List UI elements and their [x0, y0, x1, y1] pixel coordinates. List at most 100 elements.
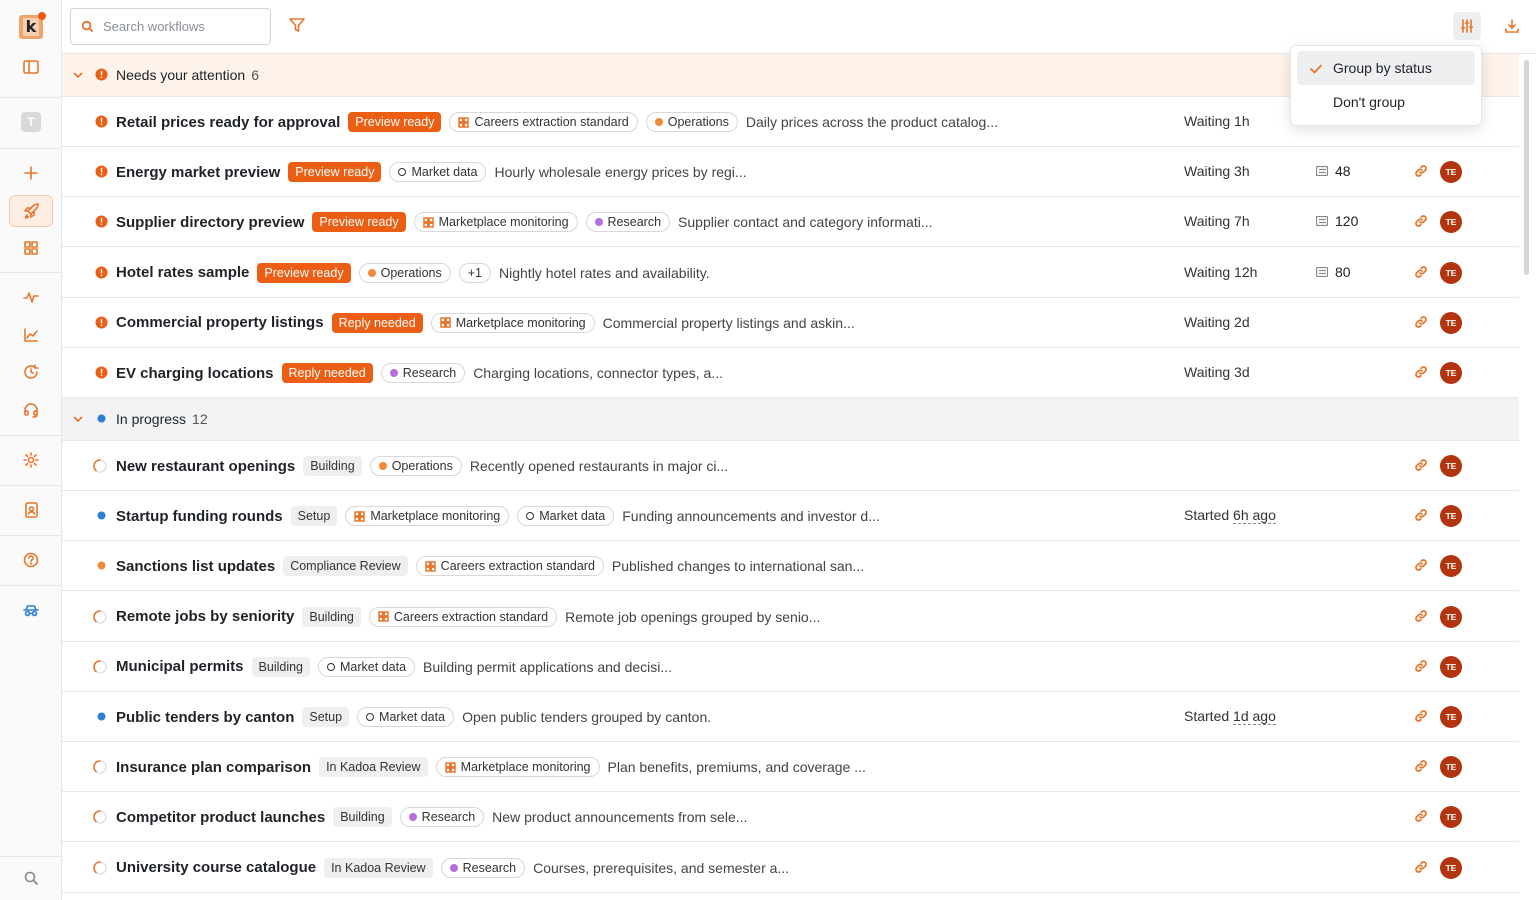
contact-book-icon[interactable] — [9, 494, 53, 526]
chart-icon[interactable] — [9, 319, 53, 351]
search-icon[interactable] — [9, 862, 53, 894]
avatar[interactable]: TE — [1440, 261, 1462, 284]
avatar[interactable]: TE — [1440, 455, 1462, 477]
headset-icon[interactable] — [9, 394, 53, 426]
tag-chip[interactable]: Marketplace monitoring — [430, 312, 595, 333]
tag-chip[interactable]: Research — [380, 363, 466, 383]
workflow-title[interactable]: New restaurant openings — [116, 458, 295, 475]
avatar[interactable]: TE — [1440, 856, 1462, 879]
link-icon[interactable] — [1414, 214, 1430, 230]
link-icon[interactable] — [1414, 164, 1430, 180]
tag-chip[interactable]: Operations — [369, 456, 462, 476]
tag-chip[interactable]: Market data — [389, 162, 487, 183]
group-by-status-option[interactable]: Group by status — [1297, 51, 1475, 85]
link-icon[interactable] — [1414, 558, 1430, 574]
incognito-icon[interactable] — [9, 594, 53, 626]
link-icon[interactable] — [1414, 659, 1430, 675]
activity-icon[interactable] — [9, 281, 53, 313]
table-row[interactable]: EV charging locations Reply needed Researc… — [62, 348, 1519, 398]
table-row[interactable]: Public tenders by canton Setup Market data… — [62, 692, 1519, 742]
table-row[interactable]: Sanctions list updates Compliance Review C… — [62, 541, 1519, 592]
link-icon[interactable] — [1414, 860, 1430, 876]
download-icon[interactable] — [1500, 14, 1524, 38]
link-icon[interactable] — [1414, 809, 1430, 825]
table-row[interactable]: Remote jobs by seniority Building Careers … — [62, 592, 1519, 642]
workflow-title[interactable]: University course catalogue — [116, 859, 316, 876]
tag-chip[interactable]: Operations — [645, 112, 738, 132]
workspace-avatar[interactable]: T — [21, 112, 41, 132]
link-icon[interactable] — [1414, 508, 1430, 524]
tag-chip[interactable]: Careers extraction standard — [449, 112, 638, 132]
workflow-title[interactable]: Municipal permits — [116, 658, 244, 675]
avatar[interactable]: TE — [1440, 655, 1462, 678]
rocket-icon[interactable] — [9, 195, 53, 227]
help-icon[interactable] — [9, 544, 53, 576]
history-icon[interactable] — [9, 356, 53, 388]
tag-chip[interactable]: Operations — [358, 262, 451, 283]
tag-chip[interactable]: Marketplace monitoring — [413, 212, 578, 233]
plus-icon[interactable] — [9, 157, 53, 189]
tag-chip[interactable]: Market data — [517, 506, 615, 527]
table-row[interactable]: Commercial property listings Reply needed… — [62, 298, 1519, 348]
table-row[interactable]: Hotel rates sample Preview ready Operation… — [62, 248, 1519, 298]
workflow-title[interactable]: Competitor product launches — [116, 809, 325, 826]
grid-icon[interactable] — [9, 232, 53, 264]
workflow-title[interactable]: Remote jobs by seniority — [116, 608, 294, 625]
link-icon[interactable] — [1414, 365, 1430, 381]
avatar[interactable]: TE — [1440, 211, 1462, 234]
table-row[interactable]: University course catalogue In Kadoa Revi… — [62, 843, 1519, 893]
avatar[interactable]: TE — [1440, 555, 1462, 578]
workflow-title[interactable]: Sanctions list updates — [116, 558, 275, 575]
avatar[interactable]: TE — [1440, 756, 1462, 779]
tag-chip[interactable]: Careers extraction standard — [415, 556, 604, 577]
table-row[interactable]: Municipal permits Building Market data Buil… — [62, 642, 1519, 692]
tag-chip[interactable]: Marketplace monitoring — [435, 757, 600, 778]
search-input[interactable] — [103, 19, 263, 34]
workflow-title[interactable]: Retail prices ready for approval — [116, 114, 340, 131]
table-row[interactable]: New restaurant openings Building Operation… — [62, 441, 1519, 491]
table-row[interactable]: Competitor product launches Building Resea… — [62, 792, 1519, 843]
workflow-title[interactable]: Commercial property listings — [116, 314, 324, 331]
avatar[interactable]: TE — [1440, 161, 1462, 184]
tag-chip[interactable]: Careers extraction standard — [368, 606, 558, 627]
table-row[interactable]: Startup funding rounds Setup Marketplace m… — [62, 491, 1519, 542]
avatar[interactable]: TE — [1440, 806, 1462, 829]
tag-chip[interactable]: Research — [440, 857, 526, 878]
link-icon[interactable] — [1414, 759, 1430, 775]
sidebar-toggle-icon[interactable] — [9, 51, 53, 83]
chevron-down-icon[interactable] — [72, 413, 84, 425]
workflow-title[interactable]: Public tenders by canton — [116, 709, 294, 726]
link-icon[interactable] — [1414, 315, 1430, 331]
avatar[interactable]: TE — [1440, 362, 1462, 384]
workflow-title[interactable]: Energy market preview — [116, 164, 280, 181]
tag-chip[interactable]: Market data — [357, 707, 455, 727]
scrollbar[interactable] — [1524, 60, 1529, 275]
avatar[interactable]: TE — [1440, 706, 1462, 728]
view-settings-button[interactable] — [1453, 12, 1481, 40]
kadoa-logo[interactable]: k — [19, 12, 46, 39]
workflow-title[interactable]: Insurance plan comparison — [116, 759, 311, 776]
link-icon[interactable] — [1414, 709, 1430, 725]
filter-icon[interactable] — [288, 16, 308, 36]
link-icon[interactable] — [1414, 609, 1430, 625]
tag-chip[interactable]: Market data — [318, 656, 416, 677]
tag-chip[interactable]: Research — [399, 807, 485, 828]
link-icon[interactable] — [1414, 265, 1430, 281]
group-header[interactable]: In progress 12 — [62, 398, 1519, 441]
link-icon[interactable] — [1414, 458, 1430, 474]
workflow-title[interactable]: Hotel rates sample — [116, 264, 249, 281]
workflow-title[interactable]: Startup funding rounds — [116, 508, 283, 525]
tag-chip[interactable]: Marketplace monitoring — [345, 506, 510, 527]
search-box[interactable] — [70, 8, 271, 45]
avatar[interactable]: TE — [1440, 505, 1462, 528]
gear-icon[interactable] — [9, 444, 53, 476]
tag-chip[interactable]: +1 — [458, 262, 492, 283]
chevron-down-icon[interactable] — [72, 69, 84, 81]
avatar[interactable]: TE — [1440, 605, 1462, 628]
tag-chip[interactable]: Research — [585, 212, 671, 233]
table-row[interactable]: Supplier directory preview Preview ready M… — [62, 197, 1519, 248]
dont-group-option[interactable]: Don't group — [1297, 85, 1475, 119]
workflow-title[interactable]: EV charging locations — [116, 365, 274, 382]
workflow-title[interactable]: Supplier directory preview — [116, 214, 304, 231]
table-row[interactable]: Insurance plan comparison In Kadoa Review… — [62, 742, 1519, 793]
